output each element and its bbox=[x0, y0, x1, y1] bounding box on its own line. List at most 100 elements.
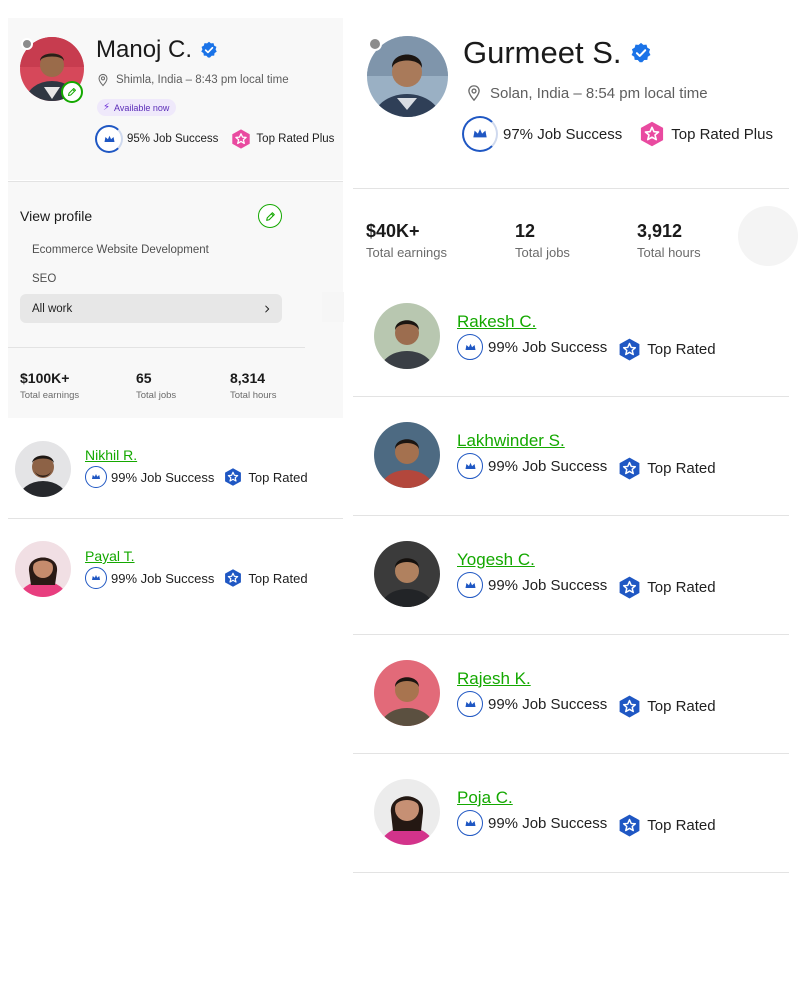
freelancer-avatar[interactable] bbox=[15, 441, 71, 497]
crown-icon bbox=[463, 816, 478, 831]
star-badge-icon bbox=[617, 694, 642, 719]
job-success-text: 99% Job Success bbox=[488, 814, 608, 832]
pencil-icon bbox=[264, 210, 277, 223]
freelancer-badges: 99% Job Success Top Rated bbox=[457, 691, 716, 717]
job-success-ring bbox=[85, 466, 107, 488]
stat-hours-label: Total hours bbox=[230, 390, 277, 401]
profile-name-text: Manoj C. bbox=[96, 36, 193, 63]
profile-location-left: Shimla, India – 8:43 pm local time bbox=[96, 73, 289, 87]
divider bbox=[353, 753, 789, 754]
top-rated-text: Top Rated bbox=[647, 459, 716, 477]
divider bbox=[353, 396, 789, 397]
profile-location-text: Shimla, India – 8:43 pm local time bbox=[116, 74, 289, 86]
specialization-item[interactable]: Ecommerce Website Development bbox=[32, 244, 209, 256]
job-success-text: 99% Job Success bbox=[488, 338, 608, 356]
divider bbox=[8, 518, 343, 519]
job-success-text: 99% Job Success bbox=[488, 576, 608, 594]
crown-icon bbox=[463, 697, 478, 712]
specialization-item[interactable]: SEO bbox=[32, 273, 56, 285]
stat-jobs-value: 65 bbox=[136, 370, 152, 386]
left-profile-panel: Manoj C. Shimla, India – 8:43 pm local t… bbox=[0, 0, 345, 1000]
freelancer-avatar[interactable] bbox=[374, 660, 440, 726]
top-rated-badge bbox=[617, 337, 642, 362]
job-success-text: 97% Job Success bbox=[503, 125, 623, 143]
stat-earnings-label: Total earnings bbox=[20, 390, 80, 401]
top-rated-plus-badge bbox=[230, 128, 252, 150]
star-badge-icon bbox=[638, 120, 666, 148]
freelancer-avatar[interactable] bbox=[374, 422, 440, 488]
job-success-text: 95% Job Success bbox=[127, 133, 219, 145]
view-profile-title: View profile bbox=[20, 208, 93, 224]
top-rated-plus-badge bbox=[638, 120, 666, 148]
job-success-text: 99% Job Success bbox=[111, 469, 215, 485]
freelancer-badges: 99% Job Success Top Rated bbox=[457, 572, 716, 598]
freelancer-badges: 99% Job Success Top Rated bbox=[457, 334, 716, 360]
divider bbox=[353, 515, 789, 516]
top-rated-badge bbox=[617, 456, 642, 481]
star-badge-icon bbox=[223, 467, 243, 487]
top-rated-text: Top Rated bbox=[647, 816, 716, 834]
star-badge-icon bbox=[230, 128, 252, 150]
freelancer-name-link[interactable]: Rakesh C. bbox=[457, 312, 536, 332]
profile-location-text: Solan, India – 8:54 pm local time bbox=[490, 84, 708, 102]
profile-name-text: Gurmeet S. bbox=[463, 35, 622, 70]
stat-hours-label: Total hours bbox=[637, 245, 701, 260]
top-rated-plus-text: Top Rated Plus bbox=[671, 125, 773, 143]
crown-icon bbox=[463, 459, 478, 474]
job-success-ring bbox=[457, 334, 483, 360]
freelancer-avatar[interactable] bbox=[374, 779, 440, 845]
freelancer-avatar[interactable] bbox=[374, 541, 440, 607]
freelancer-badges: 99% Job Success Top Rated bbox=[85, 466, 308, 488]
star-badge-icon bbox=[617, 337, 642, 362]
edit-profile-button[interactable] bbox=[258, 204, 282, 228]
all-work-button[interactable]: All work bbox=[20, 294, 282, 323]
faded-avatar bbox=[738, 206, 798, 266]
job-success-ring bbox=[462, 116, 498, 152]
top-rated-text: Top Rated bbox=[248, 570, 308, 586]
crown-icon bbox=[102, 132, 117, 147]
freelancer-name-link[interactable]: Nikhil R. bbox=[85, 447, 137, 463]
job-success-ring bbox=[457, 810, 483, 836]
crown-icon bbox=[463, 340, 478, 355]
online-status-dot bbox=[21, 38, 33, 50]
edit-photo-button[interactable] bbox=[61, 81, 83, 103]
location-pin-icon bbox=[465, 84, 483, 102]
top-rated-plus-text: Top Rated Plus bbox=[256, 133, 335, 145]
freelancer-badges: 99% Job Success Top Rated bbox=[85, 567, 308, 589]
pencil-icon bbox=[66, 86, 78, 98]
freelancer-avatar[interactable] bbox=[374, 303, 440, 369]
divider bbox=[353, 188, 789, 189]
freelancer-avatar[interactable] bbox=[15, 541, 71, 597]
availability-badge[interactable]: ⚡ Available now bbox=[97, 99, 177, 116]
crown-icon bbox=[470, 124, 490, 144]
job-success-ring bbox=[457, 691, 483, 717]
verified-icon bbox=[200, 41, 218, 59]
profile-badges-left: 95% Job Success Top Rated Plus bbox=[95, 125, 334, 153]
job-success-ring bbox=[95, 125, 123, 153]
faded-area bbox=[322, 292, 344, 322]
freelancer-name-link[interactable]: Poja C. bbox=[457, 788, 513, 808]
top-rated-text: Top Rated bbox=[248, 469, 308, 485]
profile-name-right: Gurmeet S. bbox=[463, 35, 652, 71]
star-badge-icon bbox=[617, 575, 642, 600]
crown-icon bbox=[90, 572, 102, 584]
location-pin-icon bbox=[96, 73, 110, 87]
stat-hours-value: 8,314 bbox=[230, 370, 266, 386]
freelancer-badges: 99% Job Success Top Rated bbox=[457, 810, 716, 836]
freelancer-name-link[interactable]: Payal T. bbox=[85, 548, 135, 564]
stat-jobs-label: Total jobs bbox=[515, 245, 570, 260]
divider bbox=[353, 872, 789, 873]
divider bbox=[8, 347, 305, 348]
top-rated-badge bbox=[617, 575, 642, 600]
job-success-ring bbox=[457, 453, 483, 479]
stat-hours-value: 3,912 bbox=[637, 221, 683, 241]
star-badge-icon bbox=[617, 456, 642, 481]
crown-icon bbox=[463, 578, 478, 593]
top-rated-badge bbox=[617, 813, 642, 838]
freelancer-name-link[interactable]: Rajesh K. bbox=[457, 669, 531, 689]
divider bbox=[353, 634, 789, 635]
star-badge-icon bbox=[223, 568, 243, 588]
freelancer-name-link[interactable]: Lakhwinder S. bbox=[457, 431, 565, 451]
freelancer-name-link[interactable]: Yogesh C. bbox=[457, 550, 535, 570]
job-success-ring bbox=[457, 572, 483, 598]
